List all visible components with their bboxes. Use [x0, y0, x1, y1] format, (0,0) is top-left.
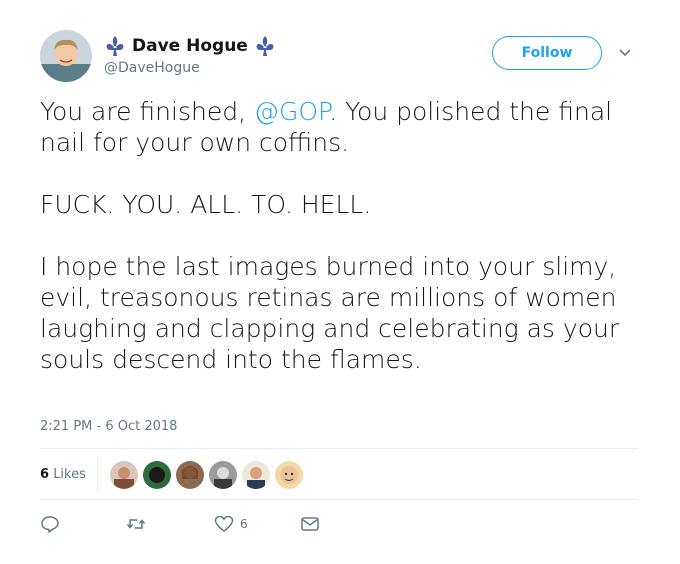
display-name[interactable]: Dave Hogue: [132, 36, 248, 56]
like-count: 6: [240, 517, 248, 531]
liker-avatar[interactable]: [142, 460, 172, 490]
fleur-de-lis-icon: [256, 36, 274, 56]
tweet-paragraph: You are finished, @GOP. You polished the…: [40, 96, 650, 158]
likes-count: 6: [40, 467, 50, 482]
tweet-paragraph: FUCK. YOU. ALL. TO. HELL.: [40, 190, 372, 219]
reply-button[interactable]: [40, 514, 60, 534]
liker-avatar[interactable]: [208, 460, 238, 490]
divider: [40, 448, 638, 449]
likes-label: Likes: [53, 467, 86, 482]
likes-stat[interactable]: 6 Likes: [40, 467, 86, 482]
like-button[interactable]: 6: [214, 514, 248, 534]
avatar[interactable]: [40, 30, 92, 82]
tweet-text-segment: You are finished,: [40, 97, 254, 126]
tweet-text: You are finished, @GOP. You polished the…: [40, 96, 650, 406]
retweet-button[interactable]: [126, 514, 146, 534]
liker-avatars: [109, 460, 307, 490]
direct-message-button[interactable]: [300, 514, 320, 534]
divider: [40, 499, 638, 500]
liker-avatar[interactable]: [241, 460, 271, 490]
fleur-de-lis-icon: [106, 36, 124, 56]
divider: [97, 458, 98, 492]
tweet-paragraph: I hope the last images burned into your …: [40, 252, 620, 374]
tweet-timestamp[interactable]: 2:21 PM - 6 Oct 2018: [40, 419, 177, 434]
liker-avatar[interactable]: [109, 460, 139, 490]
user-handle[interactable]: @DaveHogue: [104, 60, 200, 76]
reply-icon: [41, 516, 59, 533]
user-name-row[interactable]: Dave Hogue: [104, 34, 276, 58]
follow-button[interactable]: Follow: [492, 36, 602, 70]
retweet-icon: [126, 519, 146, 529]
heart-icon: [214, 515, 234, 532]
tweet-actions: 6: [40, 514, 440, 536]
liker-avatar[interactable]: [175, 460, 205, 490]
mention-link[interactable]: @GOP: [254, 97, 329, 126]
envelope-icon: [301, 517, 319, 531]
avatar-image: [40, 30, 92, 82]
liker-avatar[interactable]: [274, 460, 304, 490]
chevron-down-icon[interactable]: [618, 46, 632, 60]
